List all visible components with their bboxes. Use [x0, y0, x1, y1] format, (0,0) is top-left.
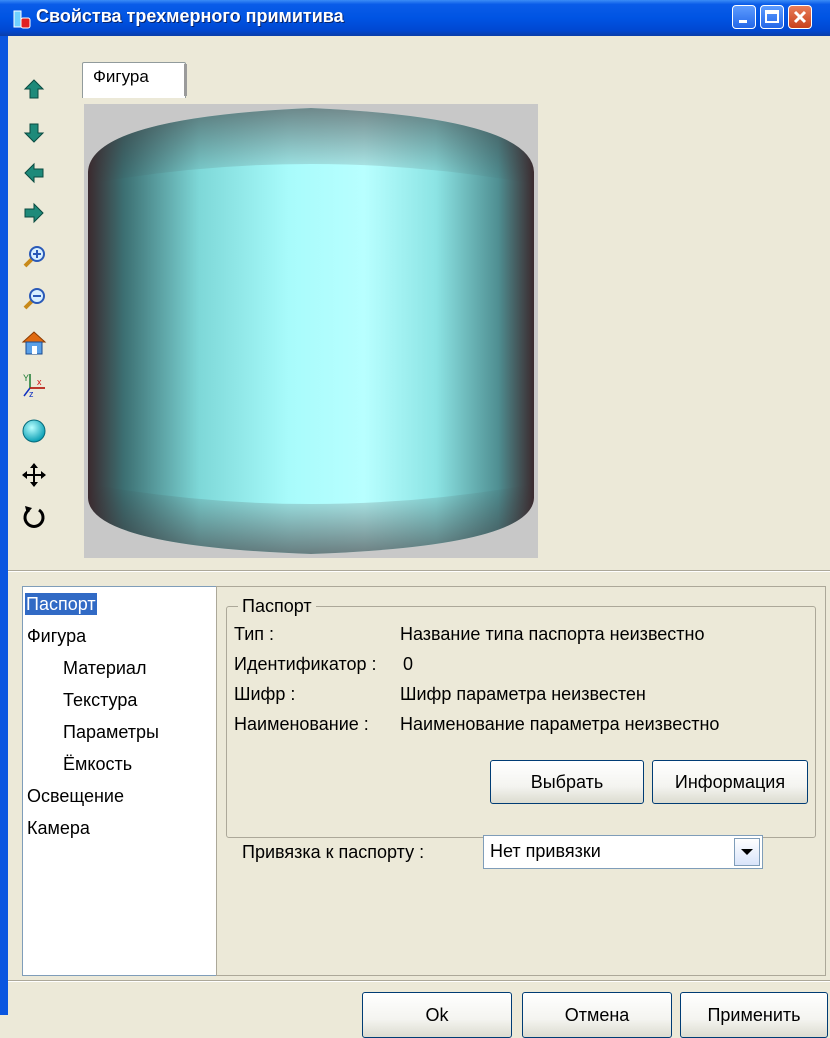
window-title: Свойства трехмерного примитива: [36, 6, 344, 26]
home-icon: [21, 331, 47, 355]
code-value: Шифр параметра неизвестен: [400, 684, 646, 704]
pan-up-button[interactable]: [14, 72, 54, 106]
binding-label: Привязка к паспорту :: [242, 842, 425, 862]
maximize-button[interactable]: [760, 5, 784, 29]
type-label: Тип :: [234, 624, 275, 644]
tree-item-camera[interactable]: Камера: [27, 817, 90, 839]
tab-shape-label: Фигура: [93, 67, 149, 86]
type-value: Название типа паспорта неизвестно: [400, 624, 705, 644]
move-button[interactable]: [14, 458, 54, 492]
binding-select[interactable]: Нет привязки: [483, 835, 763, 869]
footer-separator: [8, 980, 830, 982]
zoom-in-button[interactable]: [14, 240, 54, 274]
code-label: Шифр :: [234, 684, 296, 704]
pan-right-button[interactable]: [14, 196, 54, 230]
minimize-button[interactable]: [732, 5, 756, 29]
title-bar[interactable]: Свойства трехмерного примитива: [0, 0, 830, 36]
rotate-button[interactable]: [14, 500, 54, 534]
name-value: Наименование параметра неизвестно: [400, 714, 720, 734]
pan-down-button[interactable]: [14, 116, 54, 150]
maximize-icon: [765, 10, 779, 23]
zoom-in-icon: [23, 246, 45, 268]
minimize-icon: [739, 20, 747, 23]
properties-tree[interactable]: Паспорт Фигура Материал Текстура Парамет…: [22, 586, 217, 976]
sphere-icon: [22, 419, 46, 443]
tree-item-lighting[interactable]: Освещение: [27, 785, 124, 807]
select-button[interactable]: Выбрать: [490, 760, 644, 804]
zoom-out-button[interactable]: [14, 282, 54, 316]
arrow-up-icon: [23, 79, 45, 99]
id-value: 0: [403, 654, 414, 674]
name-label: Наименование :: [234, 714, 369, 734]
info-button[interactable]: Информация: [652, 760, 808, 804]
svg-text:x: x: [37, 377, 42, 387]
close-icon: [793, 10, 807, 24]
svg-text:Y: Y: [23, 373, 29, 383]
shape-view-button[interactable]: [14, 414, 54, 448]
window-left-border: [0, 36, 8, 1015]
arrow-left-icon: [24, 162, 44, 184]
pan-left-button[interactable]: [14, 156, 54, 190]
view-toolbar: Y x z: [14, 60, 56, 570]
id-label: Идентификатор :: [234, 654, 377, 674]
app-icon: [13, 10, 31, 29]
home-view-button[interactable]: [14, 326, 54, 360]
3d-viewport[interactable]: [84, 104, 538, 558]
tree-item-passport[interactable]: Паспорт: [25, 593, 97, 615]
rotate-icon: [23, 506, 45, 528]
cancel-button[interactable]: Отмена: [522, 992, 672, 1038]
close-button[interactable]: [788, 5, 812, 29]
arrow-right-icon: [24, 202, 44, 224]
tab-divider: [184, 64, 187, 96]
splitter[interactable]: [8, 570, 830, 572]
tree-item-shape[interactable]: Фигура: [27, 625, 86, 647]
tree-item-capacity[interactable]: Ёмкость: [63, 753, 132, 775]
tree-item-material[interactable]: Материал: [63, 657, 146, 679]
cylinder-preview: [88, 108, 534, 554]
svg-text:z: z: [29, 389, 34, 399]
move-icon: [22, 463, 46, 487]
arrow-down-icon: [23, 123, 45, 143]
passport-group-title: Паспорт: [238, 596, 316, 617]
tree-item-texture[interactable]: Текстура: [63, 689, 137, 711]
tab-shape[interactable]: Фигура: [82, 62, 186, 98]
chevron-down-icon: [741, 849, 753, 855]
binding-select-value: Нет привязки: [490, 841, 601, 861]
tree-item-parameters[interactable]: Параметры: [63, 721, 159, 743]
axes-button[interactable]: Y x z: [14, 368, 54, 402]
apply-button[interactable]: Применить: [680, 992, 828, 1038]
axes-icon: Y x z: [23, 373, 45, 399]
binding-dropdown-button[interactable]: [734, 838, 760, 866]
zoom-out-icon: [23, 288, 45, 310]
dialog-window: Свойства трехмерного примитива Y x z Фиг…: [0, 0, 830, 1038]
ok-button[interactable]: Ok: [362, 992, 512, 1038]
